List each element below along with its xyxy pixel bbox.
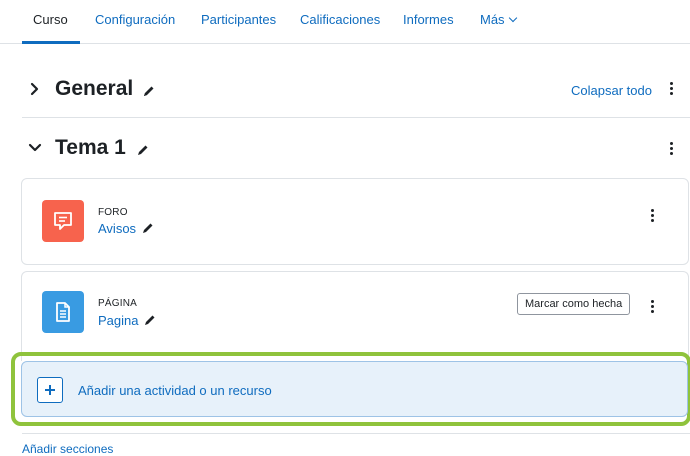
tab-calificaciones[interactable]: Calificaciones — [300, 12, 380, 27]
chevron-down-icon[interactable] — [27, 140, 43, 156]
edit-pencil-icon[interactable] — [143, 313, 157, 327]
forum-icon[interactable] — [42, 200, 84, 242]
section-title-general[interactable]: General — [55, 77, 133, 101]
activity-type-label: FORO — [98, 207, 128, 218]
activity-link-avisos[interactable]: Avisos — [98, 221, 136, 236]
tab-participantes[interactable]: Participantes — [201, 12, 276, 27]
add-sections-link[interactable]: Añadir secciones — [22, 442, 113, 456]
section-divider — [22, 117, 690, 118]
tema1-menu-icon[interactable] — [670, 142, 674, 157]
activity-menu-icon[interactable] — [651, 209, 655, 224]
section-title-tema1[interactable]: Tema 1 — [55, 136, 126, 160]
plus-icon[interactable] — [37, 377, 63, 403]
collapse-all-link[interactable]: Colapsar todo — [571, 83, 652, 98]
section-divider — [22, 433, 690, 434]
general-menu-icon[interactable] — [670, 82, 674, 97]
tab-configuracion[interactable]: Configuración — [95, 12, 175, 27]
chevron-right-icon[interactable] — [27, 81, 43, 97]
edit-pencil-icon[interactable] — [141, 221, 155, 235]
edit-pencil-icon[interactable] — [142, 84, 156, 98]
active-tab-indicator — [22, 41, 80, 44]
activity-type-label: PÁGINA — [98, 298, 137, 309]
page-icon[interactable] — [42, 291, 84, 333]
tab-mas-label: Más — [480, 12, 505, 27]
chevron-down-icon — [508, 13, 517, 23]
tab-informes[interactable]: Informes — [403, 12, 454, 27]
activity-link-pagina[interactable]: Pagina — [98, 313, 138, 328]
edit-pencil-icon[interactable] — [136, 143, 150, 157]
course-nav: Curso Configuración Participantes Califi… — [0, 0, 690, 44]
activity-menu-icon[interactable] — [651, 300, 655, 315]
tab-curso[interactable]: Curso — [33, 12, 68, 27]
mark-as-done-button[interactable]: Marcar como hecha — [517, 293, 631, 315]
tab-mas[interactable]: Más — [480, 12, 517, 27]
add-activity-label[interactable]: Añadir una actividad o un recurso — [78, 383, 272, 398]
